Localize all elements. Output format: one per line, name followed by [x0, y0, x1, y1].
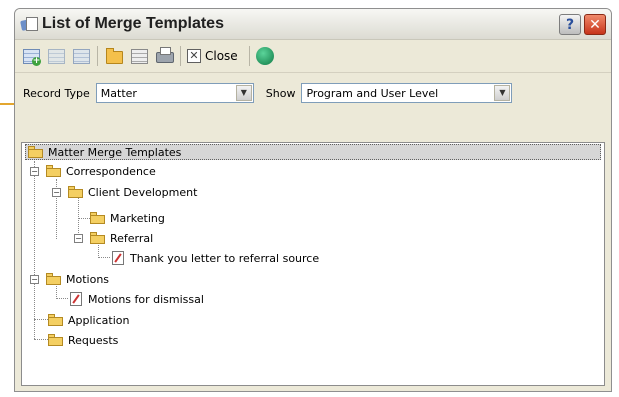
toolbar-separator — [248, 46, 250, 66]
tree-line — [34, 319, 48, 320]
document-icon — [70, 292, 82, 306]
template-tree[interactable]: Matter Merge Templates − Correspondence … — [21, 142, 605, 386]
app-icon — [20, 16, 38, 32]
tree-item-marketing[interactable]: Marketing — [90, 209, 165, 227]
tree-item-referral[interactable]: Referral — [90, 229, 153, 247]
show-label: Show — [265, 86, 296, 100]
collapse-toggle[interactable]: − — [30, 167, 39, 176]
print-icon[interactable] — [154, 46, 174, 66]
tree-line — [34, 339, 48, 340]
tree-root-label: Matter Merge Templates — [48, 145, 182, 159]
edit-template-icon[interactable] — [46, 46, 66, 66]
tree-line — [56, 298, 68, 299]
tree-item-label: Motions — [66, 272, 110, 286]
delete-template-icon[interactable] — [71, 46, 91, 66]
collapse-toggle[interactable]: − — [52, 188, 61, 197]
close-icon: ✕ — [187, 49, 201, 63]
toolbar-separator — [180, 46, 181, 66]
chevron-down-icon[interactable]: ▼ — [494, 85, 511, 101]
folder-icon — [68, 186, 84, 198]
tree-line — [78, 218, 90, 219]
help-button[interactable]: ? — [559, 14, 581, 35]
show-select[interactable]: Program and User Level ▼ — [301, 83, 513, 103]
filter-bar: Record Type Matter ▼ Show Program and Us… — [15, 73, 611, 114]
close-button[interactable]: ✕ Close — [187, 49, 238, 63]
tree-item-label: Thank you letter to referral source — [130, 251, 320, 265]
folder-icon — [90, 212, 106, 224]
tree-item-correspondence[interactable]: Correspondence — [46, 162, 156, 180]
folder-icon — [46, 273, 62, 285]
document-icon — [112, 251, 124, 265]
show-value: Program and User Level — [306, 86, 439, 100]
list-icon[interactable] — [129, 46, 149, 66]
tree-item-motions[interactable]: Motions — [46, 270, 109, 288]
new-template-icon[interactable]: + — [21, 46, 41, 66]
window-title: List of Merge Templates — [42, 15, 224, 32]
tree-item-client-development[interactable]: Client Development — [68, 183, 197, 201]
tree-line — [34, 161, 35, 339]
help-icon[interactable] — [255, 47, 274, 65]
record-type-value: Matter — [100, 86, 137, 100]
folder-icon[interactable] — [104, 46, 124, 66]
folder-icon — [46, 165, 62, 177]
collapse-toggle[interactable]: − — [30, 275, 39, 284]
folder-icon — [28, 146, 44, 158]
title-bar[interactable]: List of Merge Templates ? ✕ — [15, 9, 611, 40]
tree-item-motions-for-dismissal[interactable]: Motions for dismissal — [70, 290, 204, 308]
tree-item-label: Requests — [68, 333, 119, 347]
window-close-button[interactable]: ✕ — [584, 14, 606, 35]
chevron-down-icon[interactable]: ▼ — [235, 85, 252, 101]
tree-item-label: Correspondence — [66, 164, 156, 178]
toolbar-separator — [97, 46, 98, 66]
folder-icon — [48, 334, 64, 346]
tree-item-label: Client Development — [88, 185, 198, 199]
tree-root[interactable]: Matter Merge Templates — [25, 144, 601, 160]
record-type-select[interactable]: Matter ▼ — [95, 83, 254, 103]
tree-item-requests[interactable]: Requests — [48, 331, 118, 349]
folder-icon — [90, 232, 106, 244]
merge-templates-window: List of Merge Templates ? ✕ + ✕ Close Re… — [14, 8, 612, 392]
toolbar: + ✕ Close — [15, 40, 611, 73]
tree-item-label: Motions for dismissal — [88, 292, 204, 306]
record-type-label: Record Type — [23, 86, 90, 100]
tree-item-label: Referral — [110, 231, 154, 245]
tree-item-label: Marketing — [110, 211, 165, 225]
tree-item-label: Application — [68, 313, 130, 327]
folder-icon — [48, 314, 64, 326]
tree-item-application[interactable]: Application — [48, 311, 129, 329]
close-label: Close — [205, 49, 238, 63]
collapse-toggle[interactable]: − — [74, 234, 83, 243]
tree-item-thank-you-letter[interactable]: Thank you letter to referral source — [112, 249, 319, 267]
tree-line — [98, 257, 110, 258]
